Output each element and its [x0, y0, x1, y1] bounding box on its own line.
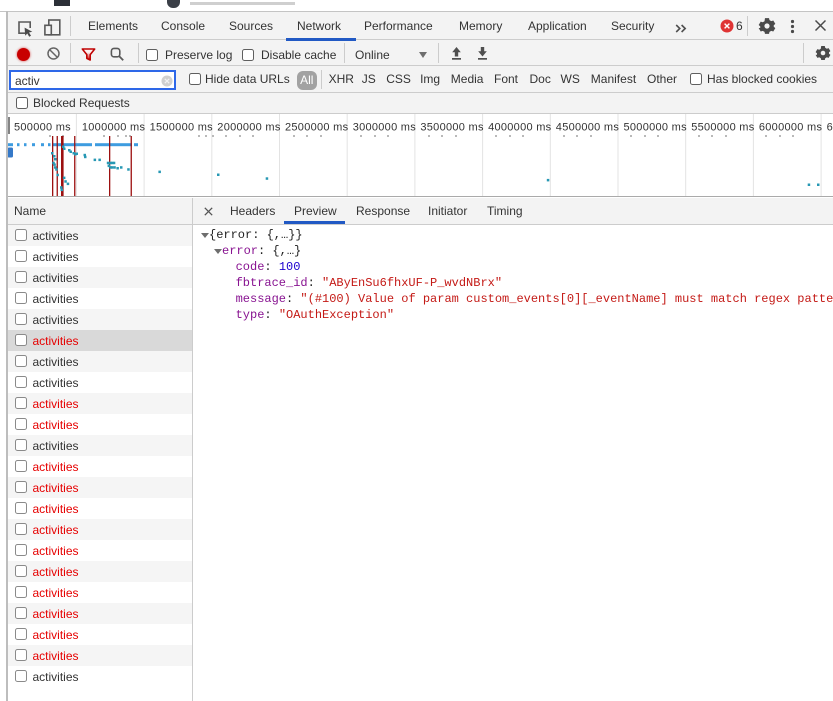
svg-text:1000000 ms: 1000000 ms: [82, 122, 146, 134]
svg-text:2000000 ms: 2000000 ms: [217, 122, 281, 134]
svg-text:500000 ms: 500000 ms: [14, 122, 71, 134]
svg-text:5500000 ms: 5500000 ms: [691, 122, 755, 134]
svg-text:6: 6: [827, 122, 833, 134]
svg-text:6000000 ms: 6000000 ms: [759, 122, 823, 134]
svg-text:3000000 ms: 3000000 ms: [353, 122, 417, 134]
svg-text:4500000 ms: 4500000 ms: [556, 122, 620, 134]
svg-text:2500000 ms: 2500000 ms: [285, 122, 349, 134]
svg-text:1500000 ms: 1500000 ms: [150, 122, 214, 134]
svg-text:3500000 ms: 3500000 ms: [420, 122, 484, 134]
svg-text:4000000 ms: 4000000 ms: [488, 122, 552, 134]
svg-text:5000000 ms: 5000000 ms: [624, 122, 688, 134]
